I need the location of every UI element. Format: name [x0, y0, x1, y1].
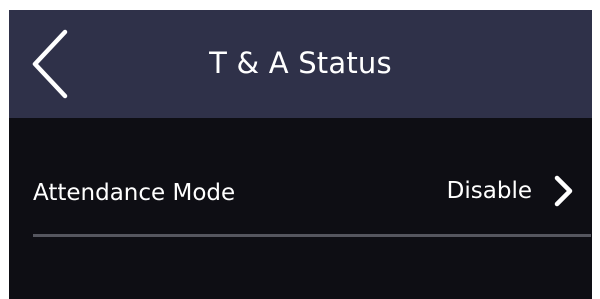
header-bar: T & A Status: [9, 10, 592, 118]
page-title: T & A Status: [209, 46, 392, 80]
row-divider: [33, 234, 591, 237]
attendance-mode-label: Attendance Mode: [33, 180, 236, 206]
attendance-mode-row[interactable]: Attendance Mode Disable: [9, 118, 592, 240]
attendance-mode-value: Disable: [446, 178, 532, 204]
device-screen: T & A Status Attendance Mode Disable: [9, 10, 592, 299]
chevron-right-icon: [552, 175, 574, 207]
